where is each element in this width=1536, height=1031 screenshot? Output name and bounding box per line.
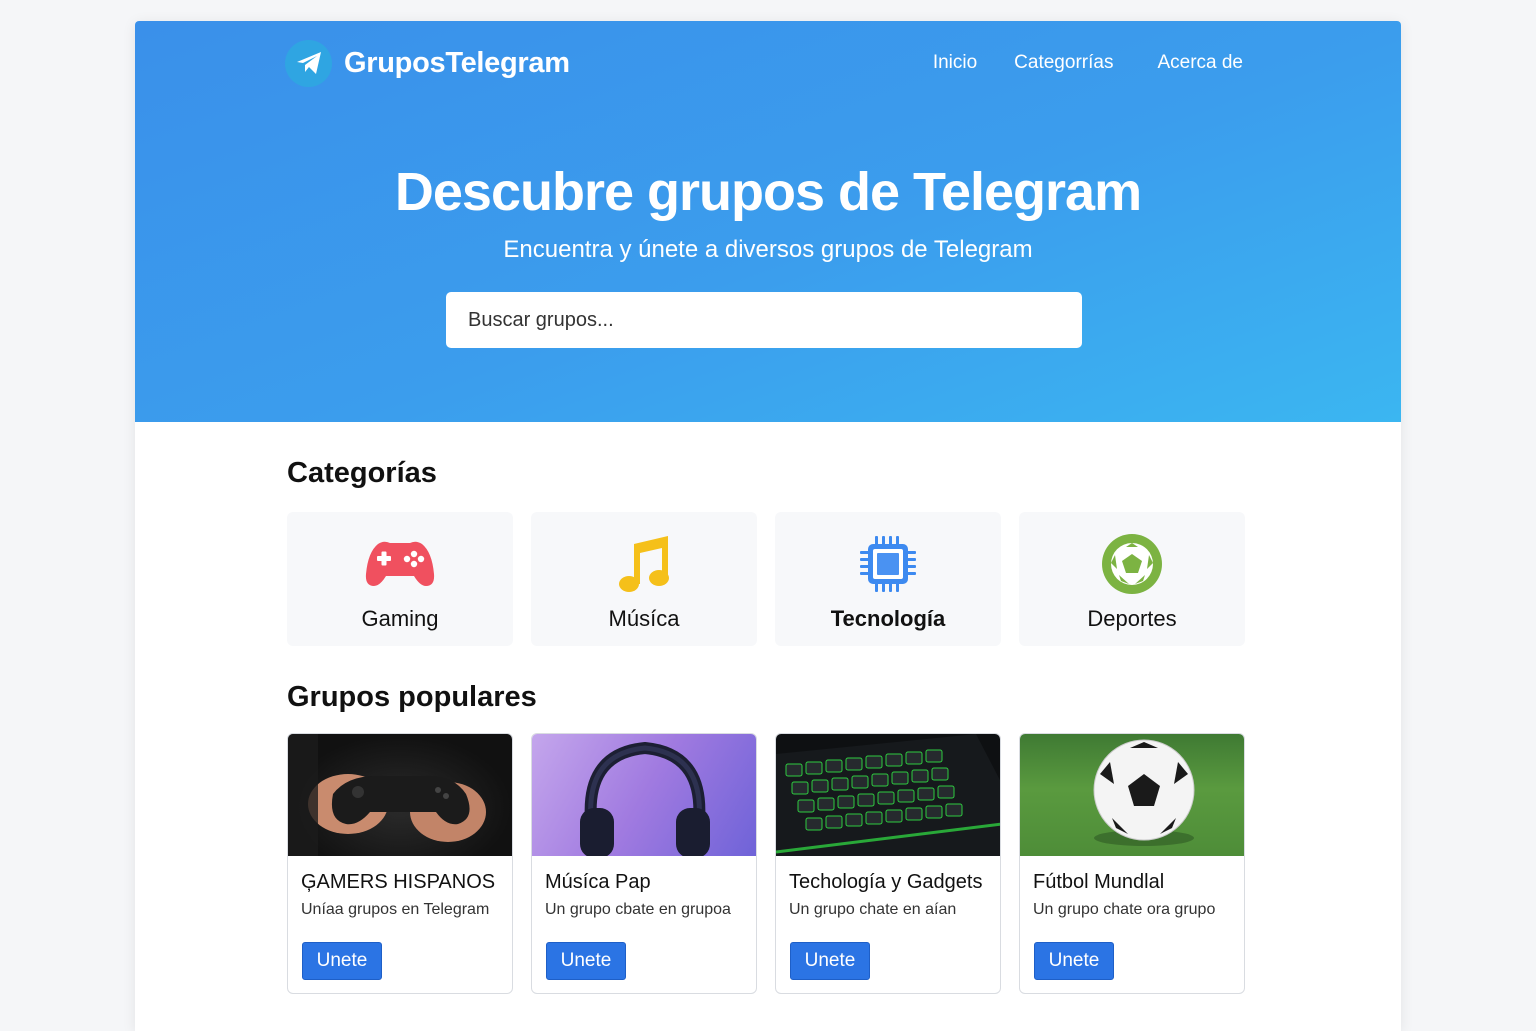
categories-heading: Categorías <box>287 457 437 489</box>
headphones-photo <box>532 734 756 856</box>
brand-name: GruposTelegram <box>344 46 570 79</box>
category-list: Gaming Músíca Tecnología Deportes <box>287 512 1245 646</box>
keyboard-photo <box>776 734 1000 856</box>
join-button[interactable]: Unete <box>790 942 870 980</box>
gamepad-icon <box>364 534 436 594</box>
nav-links: Inicio Categorrías Acerca de <box>933 52 1243 74</box>
category-label: Músíca <box>608 606 680 631</box>
soccer-ball-icon <box>1096 534 1168 594</box>
music-note-icon <box>608 534 680 594</box>
category-label: Tecnología <box>830 606 946 631</box>
brand-logo[interactable]: GruposTelegram <box>285 39 570 87</box>
top-nav: GruposTelegram Inicio Categorrías Acerca… <box>285 39 1243 87</box>
group-title: Músíca Pap <box>545 871 651 893</box>
category-label: Gaming <box>361 606 439 631</box>
category-card-tecnologia[interactable]: Tecnología <box>775 512 1001 646</box>
popular-groups-list: ĢAMERS HISPANOS Uníaa grupos en Telegram… <box>287 733 1245 994</box>
group-card: Músíca Pap Un grupo cbate en grupoa Unet… <box>531 733 757 994</box>
popular-groups-heading: Grupos populares <box>287 681 537 713</box>
join-button[interactable]: Unete <box>302 942 382 980</box>
group-card: Fútbol Mundlal Un grupo chate ora grupo … <box>1019 733 1245 994</box>
hero-title: Descubre grupos de Telegram <box>394 162 1142 222</box>
group-title: ĢAMERS HISPANOS <box>301 871 496 893</box>
page-container: GruposTelegram Inicio Categorrías Acerca… <box>135 21 1401 1031</box>
group-description: Un grupo cbate en grupoa <box>545 901 731 918</box>
hero-banner: GruposTelegram Inicio Categorrías Acerca… <box>135 21 1401 422</box>
soccer-ball-photo <box>1020 734 1244 856</box>
nav-link-acerca[interactable]: Acerca de <box>1157 52 1243 74</box>
group-description: Un grupo chate en aían <box>789 901 957 918</box>
category-card-deportes[interactable]: Deportes <box>1019 512 1245 646</box>
nav-link-inicio[interactable]: Inicio <box>933 52 977 74</box>
search-input[interactable] <box>446 292 1082 348</box>
group-card: Techología y Gadgets Un grupo chate en a… <box>775 733 1001 994</box>
game-controller-photo <box>288 734 512 856</box>
group-title: Techología y Gadgets <box>789 871 983 893</box>
group-description: Uníaa grupos en Telegram <box>301 901 490 918</box>
nav-link-categorias[interactable]: Categorrías <box>1014 52 1113 74</box>
cpu-chip-icon <box>852 534 924 594</box>
category-card-musica[interactable]: Músíca <box>531 512 757 646</box>
category-label: Deportes <box>1087 606 1177 631</box>
telegram-plane-icon <box>285 39 332 87</box>
join-button[interactable]: Unete <box>1034 942 1114 980</box>
category-card-gaming[interactable]: Gaming <box>287 512 513 646</box>
group-description: Un grupo chate ora grupo <box>1033 901 1216 918</box>
group-card: ĢAMERS HISPANOS Uníaa grupos en Telegram… <box>287 733 513 994</box>
join-button[interactable]: Unete <box>546 942 626 980</box>
hero-subtitle: Encuentra y únete a diversos grupos de T… <box>503 236 1033 263</box>
group-title: Fútbol Mundlal <box>1033 871 1165 893</box>
